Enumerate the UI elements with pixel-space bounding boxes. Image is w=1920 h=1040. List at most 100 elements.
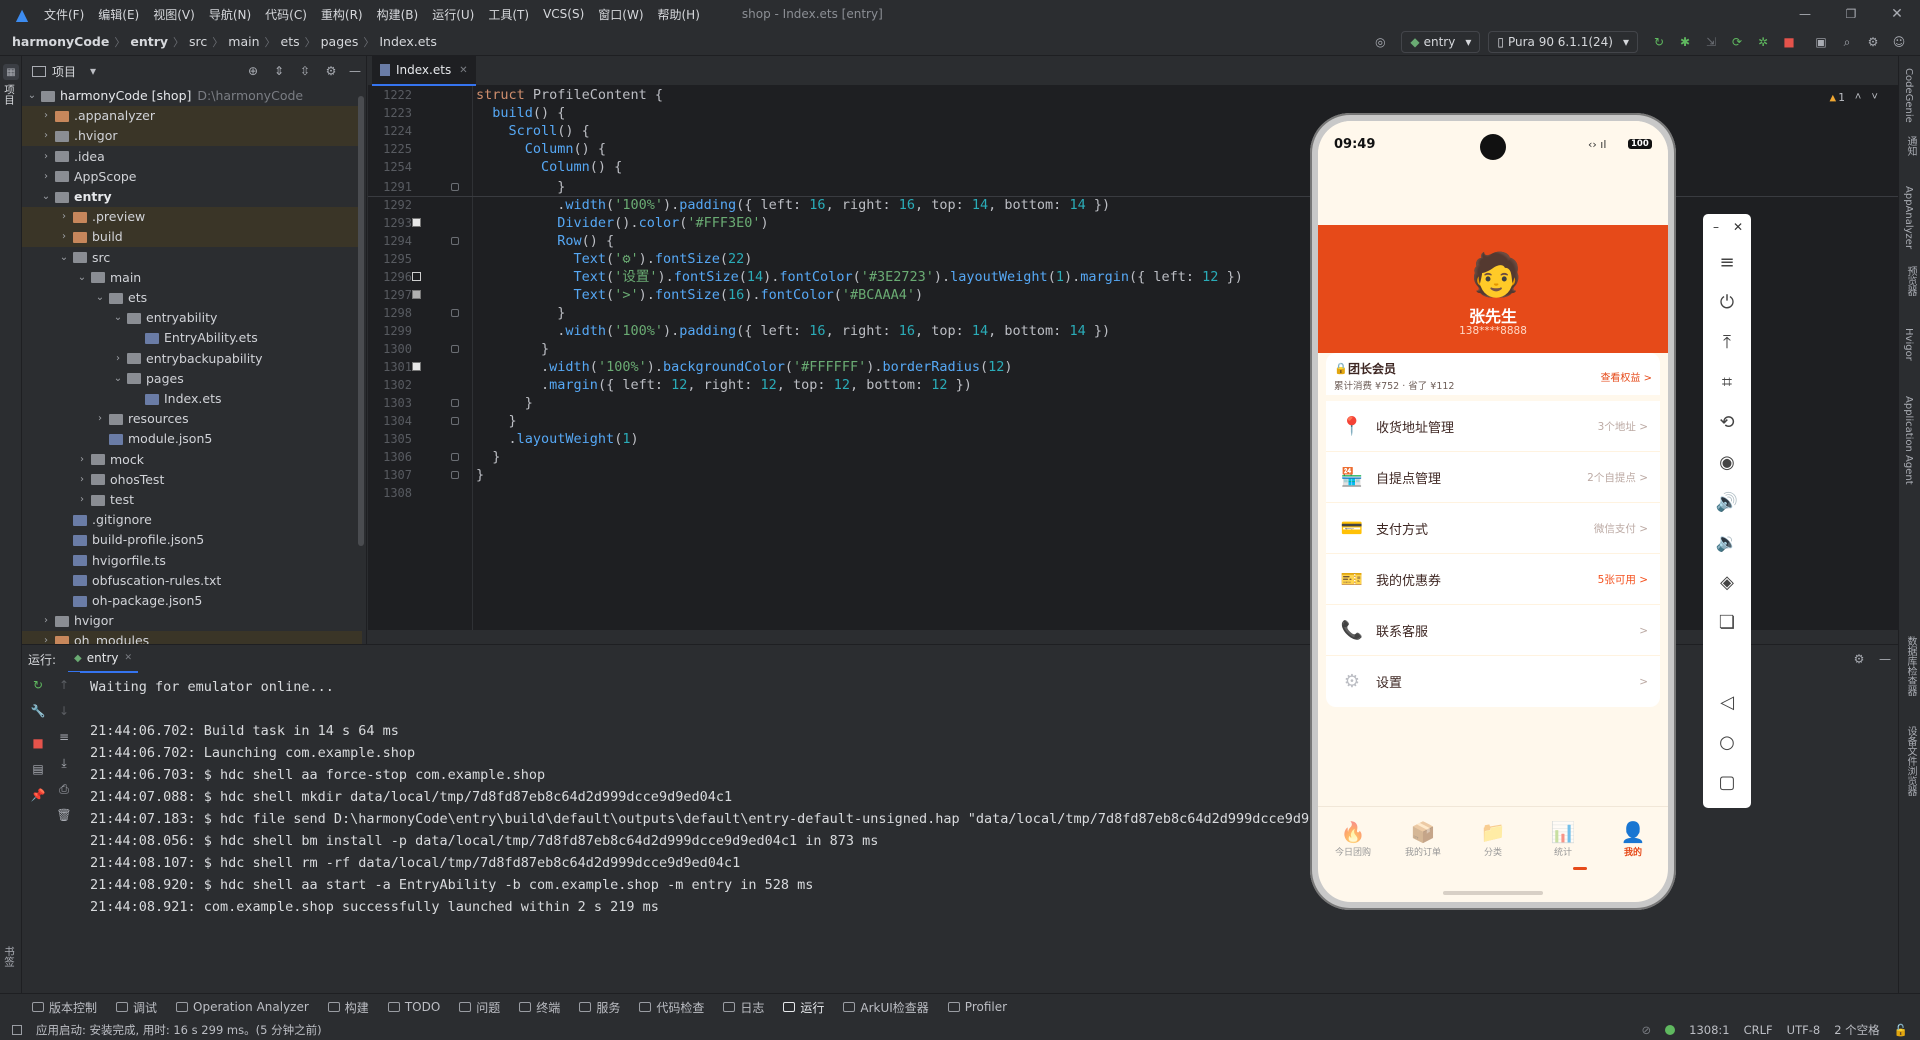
- target-icon[interactable]: ◎: [1367, 35, 1393, 49]
- close-tab-icon[interactable]: ✕: [124, 653, 132, 663]
- right-tool-label[interactable]: 数据库检查器: [1903, 636, 1918, 696]
- code-line[interactable]: .layoutWeight(1): [476, 430, 639, 448]
- profile-menu-item[interactable]: 📞 联系客服 >: [1326, 605, 1660, 656]
- code-line[interactable]: Text('设置').fontSize(14).fontColor('#3E27…: [476, 268, 1243, 286]
- close-tab-icon[interactable]: ✕: [459, 65, 467, 76]
- right-tool-label[interactable]: AppAnalyzer: [1903, 186, 1914, 249]
- profile-menu-item[interactable]: ⚙ 设置 >: [1326, 656, 1660, 707]
- project-tool-icon[interactable]: ▦: [3, 64, 19, 80]
- profile-menu-item[interactable]: 🎫 我的优惠券 5张可用 >: [1326, 554, 1660, 605]
- fold-marker-icon[interactable]: [451, 345, 459, 353]
- breadcrumb-item[interactable]: ets: [281, 34, 300, 49]
- profile-menu-item[interactable]: 📍 收货地址管理 3个地址 >: [1326, 401, 1660, 452]
- fold-marker-icon[interactable]: [451, 453, 459, 461]
- encoding-warning-icon[interactable]: ⊘: [1642, 1023, 1652, 1037]
- tree-item[interactable]: ⌄ main: [76, 268, 141, 288]
- bottom-tool-button[interactable]: Operation Analyzer: [176, 1000, 309, 1014]
- tree-item[interactable]: .gitignore: [58, 510, 152, 530]
- breadcrumb-item[interactable]: src: [189, 34, 207, 49]
- chevron-down-icon[interactable]: ⌄: [76, 268, 88, 288]
- right-tool-label[interactable]: 设备文件浏览器: [1903, 726, 1918, 796]
- bottom-tool-button[interactable]: 日志: [723, 999, 764, 1016]
- gutter-marker[interactable]: [412, 272, 421, 281]
- chevron-right-icon[interactable]: ›: [76, 490, 88, 510]
- code-line[interactable]: }: [476, 178, 565, 196]
- fold-marker-icon[interactable]: [451, 471, 459, 479]
- bottom-tool-button[interactable]: Profiler: [947, 1000, 1007, 1014]
- fold-marker-icon[interactable]: [451, 399, 459, 407]
- code-line[interactable]: Text('⚙').fontSize(22): [476, 250, 753, 268]
- chevron-down-icon[interactable]: ⌄: [40, 187, 52, 207]
- tree-item[interactable]: › .appanalyzer: [40, 106, 155, 126]
- editor-tab[interactable]: Index.ets ✕: [372, 56, 476, 86]
- run-console[interactable]: Waiting for emulator online... 21:44:06.7…: [0, 672, 1310, 993]
- chevron-right-icon[interactable]: ›: [40, 611, 52, 631]
- tree-item[interactable]: › .hvigor: [40, 126, 118, 146]
- screenshot-icon[interactable]: ◉: [1709, 446, 1745, 479]
- tree-item[interactable]: › .preview: [58, 207, 145, 227]
- code-line[interactable]: }: [476, 448, 500, 466]
- tree-item[interactable]: ⌄ ets: [94, 288, 147, 308]
- volume-down-icon[interactable]: 🔉: [1709, 526, 1745, 559]
- bottom-tool-button[interactable]: 终端: [519, 999, 560, 1016]
- code-line[interactable]: }: [476, 340, 549, 358]
- gutter-marker[interactable]: [412, 218, 421, 227]
- menu-item[interactable]: 代码(C): [265, 6, 307, 23]
- rerun-icon[interactable]: ↻: [1646, 35, 1672, 49]
- bottom-tool-button[interactable]: TODO: [387, 1000, 440, 1014]
- breadcrumb-item[interactable]: pages: [321, 34, 359, 49]
- phone-tab[interactable]: 👤 我的: [1598, 819, 1668, 858]
- bottom-tool-button[interactable]: 服务: [579, 999, 620, 1016]
- back-icon[interactable]: ◁: [1709, 686, 1745, 719]
- code-line[interactable]: Text('>').fontSize(16).fontColor('#BCAAA…: [476, 286, 924, 304]
- chevron-down-icon[interactable]: ▾: [90, 64, 96, 78]
- code-line[interactable]: Scroll() {: [476, 122, 590, 140]
- locate-icon[interactable]: ⊕: [240, 64, 266, 78]
- chevron-right-icon[interactable]: ›: [94, 409, 106, 429]
- tree-item[interactable]: ⌄ entryability: [112, 308, 218, 328]
- chevron-right-icon[interactable]: ›: [76, 450, 88, 470]
- chevron-right-icon[interactable]: ›: [40, 167, 52, 187]
- chevron-right-icon[interactable]: ›: [58, 207, 70, 227]
- phone-tab[interactable]: 📁 分类: [1458, 819, 1528, 858]
- account-icon[interactable]: ☺: [1886, 35, 1912, 49]
- run-tab[interactable]: ◆ entry ✕: [68, 645, 139, 673]
- member-benefits-link[interactable]: 查看权益 >: [1600, 369, 1652, 384]
- tree-item[interactable]: ⌄ src: [58, 248, 110, 268]
- home-icon[interactable]: ○: [1709, 726, 1745, 759]
- project-tool-label[interactable]: 项目: [2, 84, 17, 105]
- chevron-right-icon[interactable]: ›: [58, 227, 70, 247]
- chevron-right-icon[interactable]: ›: [40, 126, 52, 146]
- chevron-right-icon[interactable]: ›: [40, 106, 52, 126]
- tree-item[interactable]: › test: [76, 490, 134, 510]
- settings-icon[interactable]: ⚙: [1860, 35, 1886, 49]
- bottom-tool-button[interactable]: 代码检查: [639, 999, 704, 1016]
- project-panel-title[interactable]: 项目: [52, 63, 76, 80]
- device-manager-icon[interactable]: ▣: [1808, 35, 1834, 49]
- stop-icon[interactable]: ■: [1776, 35, 1802, 49]
- member-card[interactable]: 🔒 团长会员 累计消费 ¥752 · 省了 ¥112 查看权益 >: [1326, 353, 1660, 395]
- right-tool-label[interactable]: 预览器: [1903, 266, 1918, 296]
- tree-item[interactable]: oh-package.json5: [58, 591, 202, 611]
- close-emulator-icon[interactable]: ✕: [1733, 220, 1743, 234]
- code-line[interactable]: }: [476, 412, 517, 430]
- tree-item[interactable]: › resources: [94, 409, 189, 429]
- code-line[interactable]: .width('100%').padding({ left: 16, right…: [476, 322, 1110, 340]
- run-config-select[interactable]: ◆ entry ▾: [1401, 31, 1481, 53]
- close-icon[interactable]: ✕: [1874, 0, 1920, 28]
- fold-marker-icon[interactable]: [451, 309, 459, 317]
- profile-icon[interactable]: ✲: [1750, 35, 1776, 49]
- right-tool-label[interactable]: CodeGenie: [1903, 68, 1914, 123]
- menu-item[interactable]: 编辑(E): [98, 6, 139, 23]
- recents-icon[interactable]: ▢: [1709, 766, 1745, 799]
- bottom-tool-button[interactable]: 运行: [783, 999, 824, 1016]
- line-separator[interactable]: CRLF: [1744, 1023, 1773, 1037]
- expand-all-icon[interactable]: ⇕: [266, 64, 292, 78]
- gear-icon[interactable]: ⚙: [1846, 652, 1872, 666]
- power-icon[interactable]: ⏻: [1709, 286, 1745, 319]
- chevron-down-icon[interactable]: ⌄: [112, 308, 124, 328]
- menu-icon[interactable]: ≡: [1709, 246, 1745, 279]
- volume-up-icon[interactable]: 🔊: [1709, 486, 1745, 519]
- chevron-down-icon[interactable]: ⌄: [58, 248, 70, 268]
- tree-item[interactable]: › mock: [76, 450, 144, 470]
